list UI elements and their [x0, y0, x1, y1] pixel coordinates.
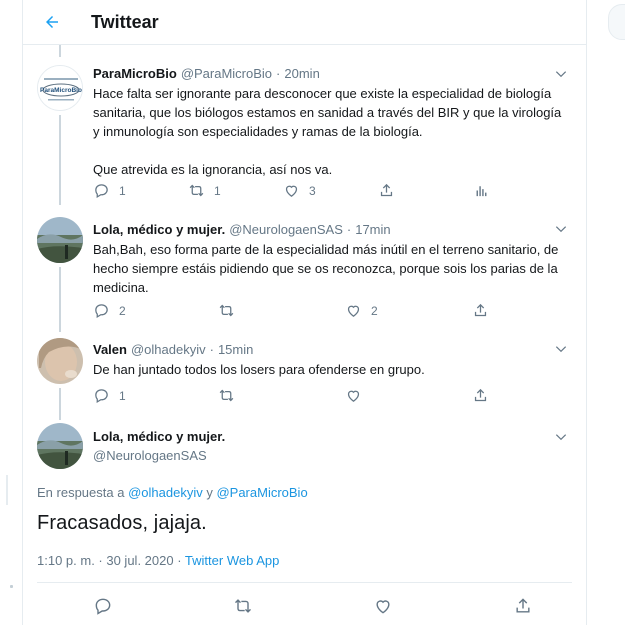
- reply-button[interactable]: 1: [93, 182, 188, 199]
- reply-button[interactable]: 2: [93, 302, 218, 319]
- focused-tweet-header: Lola, médico y mujer. @NeurologaenSAS: [93, 429, 225, 463]
- tweet-actions: 2 2: [93, 302, 513, 319]
- heart-icon: [285, 185, 298, 197]
- arrow-left-icon: [46, 16, 58, 28]
- avatar[interactable]: [37, 217, 83, 263]
- share-icon[interactable]: [513, 596, 533, 616]
- author-name[interactable]: ParaMicroBio: [93, 66, 177, 81]
- left-sidebar-edge: [0, 0, 22, 625]
- timeline-column: Twittear ParaMicroBio ParaMicroBio @Para…: [22, 0, 587, 625]
- like-button[interactable]: 2: [345, 302, 472, 319]
- chevron-down-icon[interactable]: [554, 342, 568, 356]
- avatar[interactable]: [37, 423, 83, 469]
- separator: ·: [209, 342, 214, 357]
- analytics-button[interactable]: [473, 182, 490, 199]
- share-button[interactable]: [378, 182, 473, 199]
- reply-icon: [95, 389, 108, 404]
- chevron-down-icon[interactable]: [554, 430, 568, 444]
- page-title: Twittear: [91, 11, 159, 32]
- landscape-photo: [37, 423, 83, 469]
- reply-count: 2: [119, 303, 126, 318]
- retweet-button[interactable]: [218, 387, 345, 404]
- back-button[interactable]: [35, 5, 69, 39]
- tweet-text: De han juntado todos los losers para ofe…: [93, 362, 425, 377]
- share-icon: [474, 388, 487, 402]
- avatar[interactable]: [37, 338, 83, 384]
- share-icon: [474, 303, 487, 317]
- landscape-photo: [37, 217, 83, 263]
- reply-icon: [95, 304, 108, 319]
- retweet-count: 1: [214, 183, 221, 198]
- reply-count: 1: [119, 183, 126, 198]
- focused-tweet-actions: [93, 596, 533, 616]
- sidebar-fragment: [10, 585, 13, 588]
- mention-link[interactable]: @olhadekyiv: [128, 485, 203, 500]
- author-handle[interactable]: @NeurologaenSAS: [93, 448, 225, 463]
- reply-icon[interactable]: [93, 596, 113, 616]
- heart-icon[interactable]: [373, 596, 393, 616]
- right-sidebar-edge: [603, 0, 625, 625]
- focused-tweet-text: Fracasados, jajaja.: [37, 512, 207, 534]
- search-box-fragment[interactable]: [608, 4, 625, 40]
- logo-text: ParaMicroBio: [40, 87, 82, 94]
- author-handle[interactable]: @ParaMicroBio: [181, 66, 272, 81]
- source-app-link[interactable]: Twitter Web App: [185, 553, 279, 568]
- chevron-down-icon[interactable]: [554, 222, 568, 236]
- separator: ·: [346, 222, 352, 237]
- thread-line: [59, 45, 61, 57]
- reply-count: 1: [119, 388, 126, 403]
- reply-button[interactable]: 1: [93, 387, 218, 404]
- share-icon: [380, 183, 393, 197]
- tweet-text: Bah,Bah, eso forma parte de la especiali…: [93, 242, 559, 295]
- retweet-button[interactable]: [218, 302, 345, 319]
- mention-link[interactable]: @ParaMicroBio: [216, 485, 307, 500]
- like-count: 2: [371, 303, 378, 318]
- tweet-header: Valen @olhadekyiv · 15min: [93, 342, 253, 357]
- tweet-header: ParaMicroBio @ParaMicroBio · 20min: [93, 66, 320, 81]
- retweet-icon: [189, 184, 204, 197]
- retweet-button[interactable]: 1: [188, 182, 283, 199]
- thread-line: [59, 115, 61, 205]
- author-handle[interactable]: @NeurologaenSAS: [229, 222, 343, 237]
- author-name[interactable]: Lola, médico y mujer.: [93, 429, 225, 444]
- heart-icon: [347, 305, 360, 317]
- tweet-time[interactable]: 17min: [355, 222, 390, 237]
- author-name[interactable]: Valen: [93, 342, 127, 357]
- tweet-metadata: 1:10 p. m. · 30 jul. 2020 · Twitter Web …: [37, 553, 279, 568]
- tweet-actions: 1 1 3: [93, 182, 513, 199]
- avatar[interactable]: ParaMicroBio: [37, 65, 83, 111]
- divider: [37, 582, 572, 583]
- chevron-down-icon[interactable]: [554, 67, 568, 81]
- tweet-actions: 1: [93, 387, 513, 404]
- reply-context: En respuesta a @olhadekyiv y @ParaMicroB…: [37, 485, 308, 500]
- author-handle[interactable]: @olhadekyiv: [131, 342, 206, 357]
- retweet-icon: [219, 389, 234, 402]
- thread-line: [59, 388, 61, 420]
- like-button[interactable]: [345, 387, 472, 404]
- like-button[interactable]: 3: [283, 182, 378, 199]
- share-button[interactable]: [472, 302, 489, 319]
- tweet-time[interactable]: 20min: [284, 66, 319, 81]
- tweet[interactable]: ParaMicroBio ParaMicroBio @ParaMicroBio …: [23, 45, 586, 205]
- analytics-icon: [476, 186, 487, 197]
- tweet[interactable]: Valen @olhadekyiv · 15min De han juntado…: [23, 332, 586, 420]
- tweet[interactable]: Lola, médico y mujer. @NeurologaenSAS · …: [23, 205, 586, 332]
- heart-icon: [347, 390, 360, 402]
- tweet-time[interactable]: 15min: [218, 342, 253, 357]
- separator: ·: [276, 66, 281, 81]
- like-count: 3: [309, 183, 316, 198]
- tweet-header: Lola, médico y mujer. @NeurologaenSAS · …: [93, 222, 391, 237]
- tweet-datetime[interactable]: 1:10 p. m. · 30 jul. 2020 ·: [37, 553, 182, 568]
- profile-photo: [37, 338, 83, 384]
- thread-line: [59, 267, 61, 332]
- sidebar-fragment: [6, 475, 8, 505]
- tweet-text: Hace falta ser ignorante para desconocer…: [93, 86, 562, 177]
- retweet-icon[interactable]: [233, 596, 253, 616]
- paramicrobio-logo: ParaMicroBio: [38, 66, 82, 110]
- share-button[interactable]: [472, 387, 489, 404]
- reply-icon: [95, 184, 108, 199]
- retweet-icon: [219, 304, 234, 317]
- author-name[interactable]: Lola, médico y mujer.: [93, 222, 225, 237]
- page-header: Twittear: [23, 0, 586, 45]
